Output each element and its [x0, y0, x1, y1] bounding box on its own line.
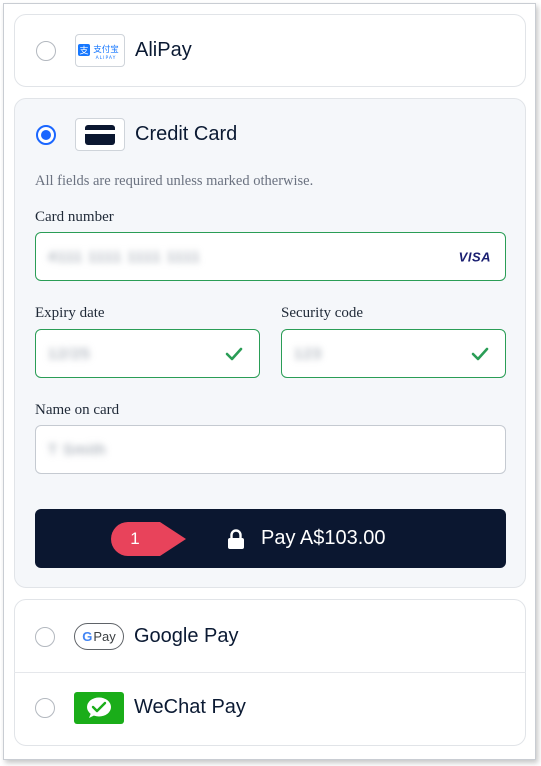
card-number-value: 4111 1111 1111 1111	[48, 248, 201, 265]
google-pay-logo-icon: G Pay	[74, 623, 124, 650]
name-on-card-value: T Smith	[48, 441, 107, 458]
credit-card-radio[interactable]	[36, 125, 56, 145]
expiry-label: Expiry date	[35, 305, 105, 321]
wechat-pay-radio[interactable]	[35, 698, 55, 718]
form-hint: All fields are required unless marked ot…	[35, 173, 314, 189]
security-code-input[interactable]: 123	[281, 329, 506, 378]
alipay-radio[interactable]	[36, 41, 56, 61]
google-pay-logo-text: Pay	[93, 629, 116, 644]
expiry-input[interactable]: 12/25	[35, 329, 260, 378]
visa-logo-icon: VISA	[458, 249, 491, 264]
credit-card-icon	[75, 118, 125, 151]
wechat-pay-label: WeChat Pay	[134, 696, 246, 718]
step-marker-number: 1	[130, 529, 140, 548]
expiry-value: 12/25	[48, 345, 91, 362]
security-check-icon	[471, 347, 489, 360]
svg-text:支付宝: 支付宝	[93, 44, 119, 55]
google-pay-radio[interactable]	[35, 627, 55, 647]
pay-button[interactable]: Pay A$103.00	[35, 509, 506, 568]
google-pay-label: Google Pay	[134, 625, 239, 647]
security-code-label: Security code	[281, 305, 364, 321]
credit-card-label: Credit Card	[135, 123, 238, 145]
google-pay-option[interactable]: G Pay Google Pay	[14, 600, 526, 672]
alipay-label: AliPay	[135, 39, 192, 61]
alipay-option[interactable]: 支 支付宝 ALIPAY AliPay	[14, 14, 526, 87]
security-code-value: 123	[294, 345, 323, 362]
name-on-card-input[interactable]: T Smith	[35, 425, 506, 474]
card-number-input[interactable]: 4111 1111 1111 1111 VISA	[35, 232, 506, 281]
wechat-pay-option[interactable]: WeChat Pay	[14, 673, 526, 745]
lock-icon	[228, 528, 244, 549]
expiry-check-icon	[225, 347, 243, 360]
svg-text:ALIPAY: ALIPAY	[96, 55, 117, 61]
pay-button-label: Pay A$103.00	[261, 527, 386, 549]
svg-text:支: 支	[79, 44, 88, 56]
wechat-pay-logo-icon	[74, 692, 124, 724]
card-number-label: Card number	[35, 209, 114, 225]
alipay-logo-icon: 支 支付宝 ALIPAY	[75, 34, 125, 67]
name-on-card-label: Name on card	[35, 402, 120, 418]
